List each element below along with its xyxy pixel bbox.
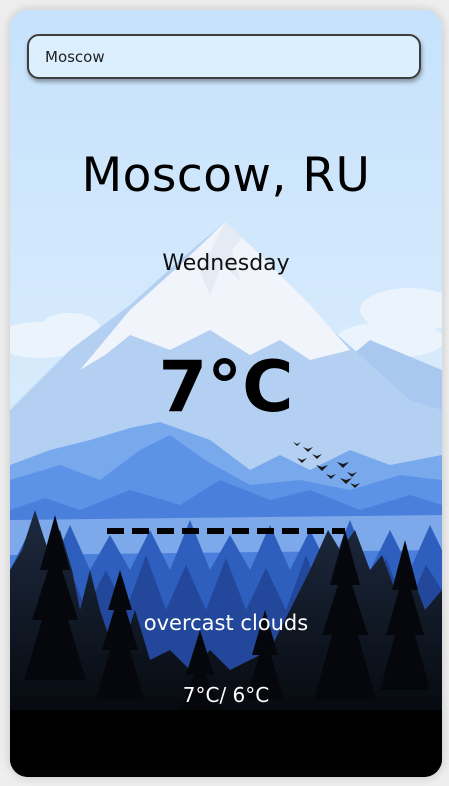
weather-description: overcast clouds bbox=[143, 611, 309, 635]
min-max-temperature: 7°C/ 6°C bbox=[182, 683, 270, 707]
location-title: Moscow, RU bbox=[81, 148, 371, 203]
weather-card: Moscow, RU Wednesday 7°C overcast clouds… bbox=[10, 10, 442, 777]
current-temperature: 7°C bbox=[158, 346, 294, 428]
weekday-label: Wednesday bbox=[162, 251, 290, 276]
city-search-input[interactable] bbox=[27, 34, 421, 79]
dashed-divider bbox=[107, 528, 345, 534]
